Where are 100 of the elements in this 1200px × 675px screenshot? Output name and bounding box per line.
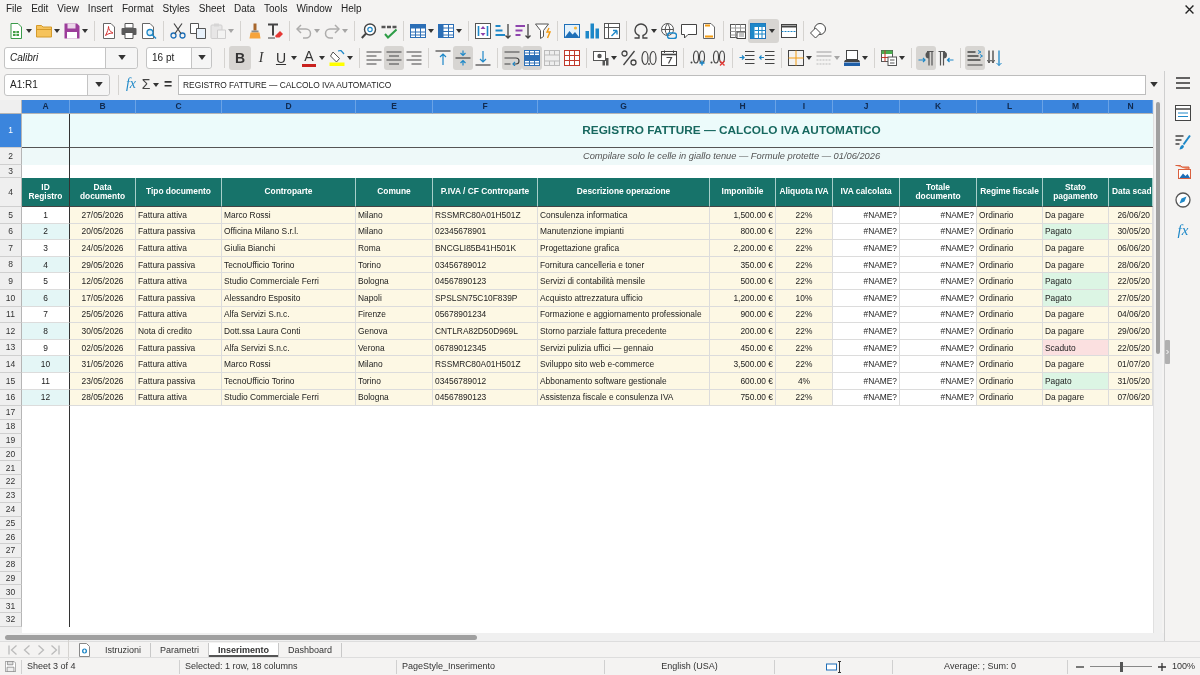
table-rows-icon[interactable] bbox=[410, 23, 426, 39]
pivot-table-icon[interactable] bbox=[604, 23, 620, 39]
align-middle-button[interactable] bbox=[453, 45, 473, 70]
font-size-field[interactable]: 16 pt bbox=[146, 46, 212, 69]
row-header[interactable]: 31 bbox=[0, 599, 22, 614]
font-name-field[interactable]: Calibri bbox=[4, 46, 138, 69]
scissors-icon[interactable] bbox=[170, 23, 186, 39]
print-icon[interactable] bbox=[121, 23, 137, 39]
freeze-panes-button[interactable] bbox=[748, 19, 779, 43]
caret-icon[interactable] bbox=[26, 29, 32, 33]
column-header[interactable]: A bbox=[22, 100, 70, 114]
scrollbar-thumb[interactable] bbox=[5, 634, 477, 640]
menu-item[interactable]: Window bbox=[291, 3, 337, 15]
caret-icon[interactable] bbox=[54, 29, 60, 33]
wrap-text-button[interactable] bbox=[502, 45, 522, 70]
increase-indent-icon[interactable] bbox=[739, 49, 755, 66]
border-color-icon[interactable] bbox=[844, 49, 860, 66]
calendar-icon[interactable] bbox=[661, 49, 677, 66]
save-icon[interactable] bbox=[5, 661, 16, 672]
caret-icon[interactable] bbox=[428, 29, 434, 33]
caret-icon[interactable] bbox=[319, 55, 325, 60]
sheet-tab[interactable]: Inserimento bbox=[209, 642, 280, 657]
bold-button[interactable]: B bbox=[229, 45, 251, 70]
speech-bubble-icon[interactable] bbox=[681, 23, 697, 39]
caret-icon[interactable] bbox=[899, 55, 905, 60]
align-center-button[interactable] bbox=[384, 45, 404, 70]
column-header[interactable]: K bbox=[900, 100, 977, 114]
menu-item[interactable]: Tools bbox=[259, 3, 292, 15]
menu-item[interactable]: Format bbox=[117, 3, 159, 15]
image-icon[interactable] bbox=[564, 23, 580, 39]
caret-icon[interactable] bbox=[94, 82, 103, 87]
caret-icon[interactable] bbox=[806, 55, 812, 60]
formula-button[interactable]: = bbox=[161, 72, 175, 97]
pilcrow-right-button[interactable] bbox=[916, 45, 936, 70]
row-header[interactable]: 22 bbox=[0, 475, 22, 489]
conditional-format-icon[interactable] bbox=[881, 49, 897, 66]
italic-button[interactable]: I bbox=[251, 45, 271, 70]
caret-icon[interactable] bbox=[82, 29, 88, 33]
vertical-scrollbar[interactable] bbox=[1153, 100, 1162, 633]
collapse-handle-icon[interactable] bbox=[1165, 340, 1170, 364]
column-header[interactable]: N bbox=[1109, 100, 1153, 114]
caret-icon[interactable] bbox=[862, 55, 868, 60]
menu-item[interactable]: Help bbox=[336, 3, 367, 15]
paintbrush-icon[interactable] bbox=[247, 23, 263, 39]
number-format-icon[interactable] bbox=[641, 49, 657, 66]
caret-icon[interactable] bbox=[1150, 82, 1158, 87]
omega-icon[interactable] bbox=[633, 23, 649, 39]
menu-item[interactable]: Sheet bbox=[194, 3, 230, 15]
text-horizontal-button[interactable] bbox=[965, 45, 985, 70]
shapes-icon[interactable] bbox=[810, 23, 826, 39]
row-header[interactable]: 30 bbox=[0, 585, 22, 600]
spreadsheet-document-icon[interactable] bbox=[8, 23, 24, 39]
row-header[interactable]: 26 bbox=[0, 530, 22, 545]
zoom-out-icon[interactable] bbox=[1076, 665, 1084, 668]
bar-chart-icon[interactable] bbox=[584, 23, 600, 39]
language[interactable]: English (USA) bbox=[661, 661, 718, 672]
column-header[interactable]: G bbox=[538, 100, 710, 114]
print-area-icon[interactable] bbox=[730, 23, 746, 39]
caret-icon[interactable] bbox=[291, 55, 297, 60]
column-header[interactable]: I bbox=[776, 100, 833, 114]
menu-icon[interactable] bbox=[1176, 77, 1190, 89]
functions-button[interactable]: fx bbox=[1175, 221, 1191, 239]
column-header[interactable]: F bbox=[433, 100, 538, 114]
column-header[interactable]: L bbox=[977, 100, 1043, 114]
menu-item[interactable]: View bbox=[52, 3, 84, 15]
delete-decimal-icon[interactable] bbox=[710, 49, 726, 66]
compass-icon[interactable] bbox=[1175, 192, 1191, 208]
zoom-level[interactable]: 100% bbox=[1172, 661, 1196, 672]
row-header[interactable]: 27 bbox=[0, 544, 22, 558]
sort-icon[interactable] bbox=[475, 23, 491, 39]
sheet-tab[interactable]: Istruzioni bbox=[96, 642, 151, 657]
row-header[interactable]: 5 bbox=[0, 207, 22, 224]
zoom-slider-thumb[interactable] bbox=[1119, 661, 1123, 672]
properties-icon[interactable] bbox=[1175, 105, 1191, 121]
caret-icon[interactable] bbox=[347, 55, 353, 60]
caret-icon[interactable] bbox=[651, 29, 657, 33]
spellcheck-icon[interactable] bbox=[381, 23, 397, 39]
percent-icon[interactable] bbox=[621, 49, 637, 66]
caret-icon[interactable] bbox=[153, 82, 159, 87]
formula-input-field[interactable]: REGISTRO FATTURE — CALCOLO IVA AUTOMATICO bbox=[178, 74, 1146, 95]
unmerge-cells-icon[interactable] bbox=[564, 49, 580, 66]
row-header[interactable]: 32 bbox=[0, 613, 22, 627]
row-header[interactable]: 2 bbox=[0, 148, 22, 165]
underline-button[interactable]: U bbox=[271, 45, 291, 70]
row-header[interactable]: 7 bbox=[0, 240, 22, 257]
selection-mode-icon[interactable] bbox=[825, 660, 842, 673]
copy-icon[interactable] bbox=[190, 23, 206, 39]
close-icon[interactable] bbox=[1185, 4, 1194, 14]
zoom-in-icon[interactable] bbox=[1158, 662, 1166, 671]
globe-link-icon[interactable] bbox=[661, 23, 677, 39]
funnel-icon[interactable] bbox=[535, 23, 551, 39]
decrease-indent-icon[interactable] bbox=[759, 49, 775, 66]
scrollbar-thumb[interactable] bbox=[1156, 102, 1160, 354]
column-header[interactable]: E bbox=[356, 100, 433, 114]
currency-format-icon[interactable] bbox=[593, 49, 609, 66]
eraser-icon[interactable] bbox=[267, 23, 283, 39]
sort-ascending-icon[interactable] bbox=[495, 23, 511, 39]
name-box-field[interactable]: A1:R1 bbox=[4, 73, 110, 96]
row-header[interactable]: 17 bbox=[0, 406, 22, 420]
add-sheet-icon[interactable] bbox=[79, 642, 90, 657]
